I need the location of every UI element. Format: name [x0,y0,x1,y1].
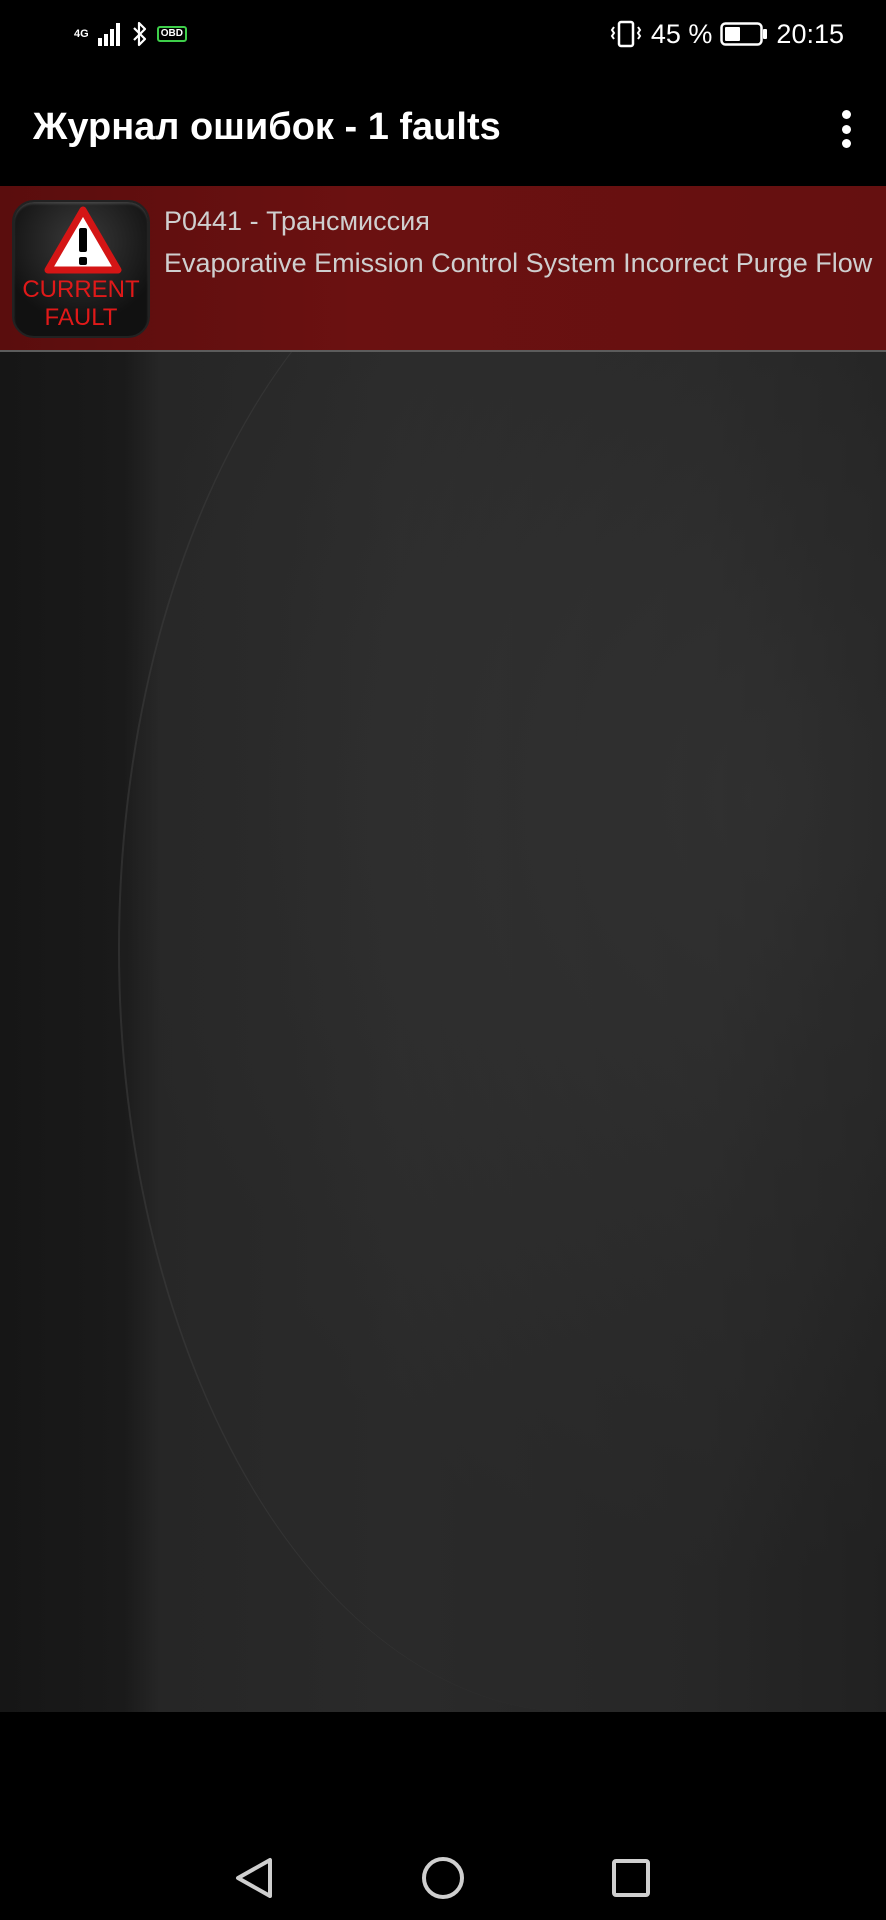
recents-square-icon [612,1859,650,1897]
more-options-button[interactable] [828,106,864,152]
fault-list[interactable]: CURRENT FAULT P0441 - Трансмиссия Evapor… [0,186,886,1712]
fault-list-item[interactable]: CURRENT FAULT P0441 - Трансмиссия Evapor… [0,186,886,352]
warning-triangle-icon [44,206,122,274]
more-vert-icon-dot [841,139,851,148]
status-bar: 4G OBD 45 % 20:15 [0,0,886,70]
back-triangle-icon [236,1858,272,1898]
screen: 4G OBD 45 % 20:15 Журнал ошибок - 1 faul… [0,0,886,1920]
home-button[interactable] [413,1848,473,1908]
bluetooth-icon [132,21,146,47]
battery-percent: 45 % [650,18,713,49]
fault-code: P0441 - Трансмиссия [164,206,430,236]
vibrate-icon [610,20,642,48]
more-vert-icon-dot [841,124,851,134]
battery-icon [720,22,768,46]
navigation-bar [0,1712,886,1920]
recents-button[interactable] [601,1848,661,1908]
current-fault-icon: CURRENT FAULT [12,200,150,338]
network-type: 4G [74,27,89,40]
back-button[interactable] [224,1848,284,1908]
page-title: Журнал ошибок - 1 faults [33,106,501,148]
clock: 20:15 [776,18,844,49]
obd-badge: OBD [156,26,187,42]
fault-badge-line2: FAULT [44,304,118,331]
background-texture [118,186,886,1712]
more-vert-icon [841,110,851,119]
status-right: 45 % 20:15 [609,14,844,54]
network-type-label: 4G [74,27,89,40]
status-left: 4G OBD [74,18,187,50]
home-circle-icon [422,1857,464,1899]
signal-icon [97,23,120,46]
app-bar: Журнал ошибок - 1 faults [0,70,886,186]
fault-badge-line1: CURRENT [22,276,140,303]
fault-description: Evaporative Emission Control System Inco… [164,248,873,278]
